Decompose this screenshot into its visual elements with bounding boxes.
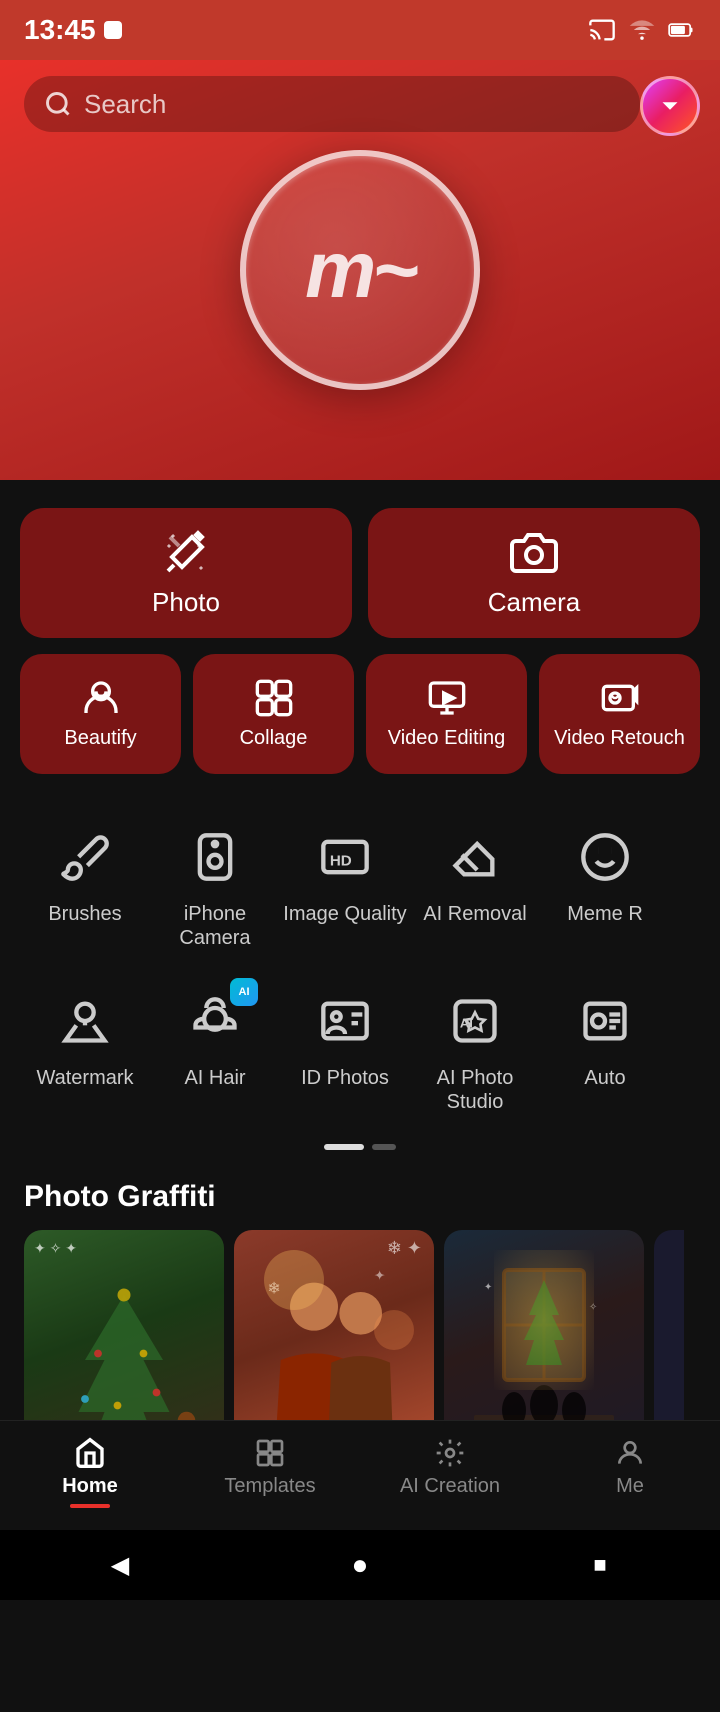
battery-icon <box>668 16 696 44</box>
search-icon <box>44 90 72 118</box>
recent-icon: ■ <box>593 1552 606 1578</box>
nav-me[interactable]: Me <box>540 1437 720 1498</box>
home-system-icon: ● <box>352 1549 369 1581</box>
photo-button[interactable]: Photo <box>20 508 352 638</box>
ai-removal-tool[interactable]: AI Removal <box>410 814 540 958</box>
id-photos-tool[interactable]: ID Photos <box>280 978 410 1122</box>
nav-templates[interactable]: Templates <box>180 1437 360 1498</box>
ai-removal-label: AI Removal <box>423 902 526 926</box>
logo-text: m~ <box>305 224 415 316</box>
chevron-down-icon <box>655 91 685 121</box>
camera-button[interactable]: Camera <box>368 508 700 638</box>
svg-text:✦: ✦ <box>374 1268 385 1283</box>
nav-ai-creation[interactable]: AI Creation <box>360 1437 540 1498</box>
search-placeholder: Search <box>84 89 166 120</box>
beautify-label: Beautify <box>64 726 136 750</box>
search-bar[interactable]: Search <box>24 76 640 132</box>
home-system-button[interactable]: ● <box>335 1540 385 1590</box>
status-bar: 13:45 <box>0 0 720 60</box>
iphone-camera-icon <box>189 831 241 883</box>
ai-photo-studio-tool[interactable]: AI AI Photo Studio <box>410 978 540 1122</box>
ai-hair-tool[interactable]: AI AI Hair <box>150 978 280 1122</box>
bottom-nav: Home Templates AI Creation Me <box>0 1420 720 1530</box>
profile-button[interactable] <box>640 76 700 136</box>
watermark-icon <box>59 995 111 1047</box>
nav-home[interactable]: Home <box>0 1437 180 1508</box>
app-logo: m~ <box>240 150 480 390</box>
brushes-tool[interactable]: Brushes <box>20 814 150 958</box>
cast-icon <box>588 16 616 44</box>
status-icons <box>588 16 696 44</box>
templates-icon <box>254 1437 286 1469</box>
dot-1 <box>324 1144 364 1150</box>
me-label: Me <box>616 1475 644 1498</box>
magic-wand-icon <box>162 529 210 577</box>
brush-icon <box>59 831 111 883</box>
ai-badge: AI <box>230 978 258 1006</box>
auto-icon <box>579 995 631 1047</box>
ai-photo-studio-icon: AI <box>449 995 501 1047</box>
home-icon <box>74 1437 106 1469</box>
eraser-icon <box>449 831 501 883</box>
video-retouch-icon <box>600 678 640 718</box>
video-editing-label: Video Editing <box>388 726 506 750</box>
wifi-icon <box>628 16 656 44</box>
id-photos-icon <box>319 995 371 1047</box>
tool-row-1: Brushes iPhone Camera HD Image Quality <box>0 794 720 968</box>
watermark-label: Watermark <box>36 1066 133 1090</box>
home-label: Home <box>62 1475 118 1498</box>
meme-tool[interactable]: Meme R <box>540 814 670 958</box>
photo-label: Photo <box>152 587 220 618</box>
collage-icon <box>254 678 294 718</box>
camera-icon <box>510 529 558 577</box>
watermark-tool[interactable]: Watermark <box>20 978 150 1122</box>
secondary-buttons-row: Beautify Collage Video Editing <box>0 654 720 794</box>
photo-graffiti-title: Photo Graffiti <box>0 1170 720 1230</box>
image-quality-tool[interactable]: HD Image Quality <box>280 814 410 958</box>
iphone-camera-label: iPhone Camera <box>150 902 280 950</box>
video-retouch-button[interactable]: Video Retouch <box>539 654 700 774</box>
meme-label: Meme R <box>567 902 643 926</box>
ai-creation-icon <box>434 1437 466 1469</box>
iphone-camera-tool[interactable]: iPhone Camera <box>150 814 280 958</box>
meme-icon <box>579 831 631 883</box>
recent-button[interactable]: ■ <box>575 1540 625 1590</box>
me-icon <box>614 1437 646 1469</box>
hero-section: Search m~ <box>0 60 720 480</box>
primary-buttons-row: Photo Camera <box>0 480 720 654</box>
scroll-dots <box>0 1132 720 1170</box>
ai-creation-label: AI Creation <box>400 1475 500 1498</box>
hd-icon: HD <box>319 831 371 883</box>
dot-2 <box>372 1144 396 1150</box>
back-button[interactable]: ◀ <box>95 1540 145 1590</box>
brushes-label: Brushes <box>48 902 121 926</box>
status-pill <box>104 21 122 39</box>
tool-row-2: Watermark AI AI Hair <box>0 968 720 1132</box>
auto-label: Auto <box>584 1066 625 1090</box>
system-nav: ◀ ● ■ <box>0 1530 720 1600</box>
video-editing-button[interactable]: Video Editing <box>366 654 527 774</box>
id-photos-label: ID Photos <box>301 1066 389 1090</box>
camera-label: Camera <box>488 587 580 618</box>
svg-text:✦: ✦ <box>484 1282 492 1293</box>
beautify-button[interactable]: Beautify <box>20 654 181 774</box>
status-time: 13:45 <box>24 14 122 46</box>
templates-label: Templates <box>224 1475 315 1498</box>
back-icon: ◀ <box>111 1551 129 1580</box>
collage-button[interactable]: Collage <box>193 654 354 774</box>
svg-text:HD: HD <box>330 853 352 870</box>
beautify-icon <box>81 678 121 718</box>
video-editing-icon <box>427 678 467 718</box>
video-retouch-label: Video Retouch <box>554 726 685 750</box>
image-quality-label: Image Quality <box>283 902 406 926</box>
home-active-bar <box>70 1504 110 1508</box>
ai-photo-studio-label: AI Photo Studio <box>410 1066 540 1114</box>
auto-tool[interactable]: Auto <box>540 978 670 1122</box>
ai-hair-label: AI Hair <box>184 1066 245 1090</box>
collage-label: Collage <box>240 726 308 750</box>
